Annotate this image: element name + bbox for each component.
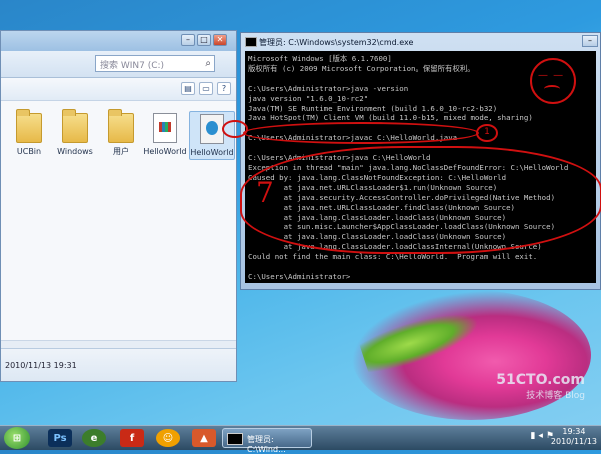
taskbar-cmd-label: 管理员: C:\Wind... <box>247 435 286 454</box>
qq-icon[interactable]: ☺ <box>156 429 180 447</box>
file-item-users[interactable]: 用户 <box>99 109 143 156</box>
minimize-button[interactable]: – <box>582 35 598 47</box>
view-options-icon[interactable]: ▤ <box>181 82 195 95</box>
minimize-button[interactable]: – <box>181 34 195 46</box>
folder-icon <box>108 109 134 143</box>
maximize-button[interactable]: □ <box>197 34 211 46</box>
clock-time: 19:34 <box>562 427 586 436</box>
file-item-helloworld-class[interactable]: HelloWorld <box>143 113 187 156</box>
item-label: HelloWorld <box>143 147 187 156</box>
preview-pane-icon[interactable]: ▭ <box>199 82 213 95</box>
help-icon[interactable]: ? <box>217 82 231 95</box>
cmd-titlebar[interactable]: 管理员: C:\Windows\system32\cmd.exe – <box>241 33 600 51</box>
javac-command-highlight <box>243 122 479 144</box>
folder-icon <box>62 109 88 143</box>
console-line: Java(TM) SE Runtime Environment (build 1… <box>248 103 498 113</box>
item-label: 用户 <box>113 147 129 156</box>
frown-face-annotation <box>530 58 576 104</box>
file-list: UCBin Windows 用户 HelloWorld HelloWorld <box>1 101 236 341</box>
volume-icon[interactable]: ◂ <box>538 431 546 441</box>
annotation-number-1: 1 <box>476 124 498 142</box>
explorer-address-bar: 搜索 WIN7 (C:) ⌕ <box>1 51 236 78</box>
explorer-titlebar[interactable]: – □ ✕ <box>1 31 236 51</box>
exception-highlight <box>240 146 601 254</box>
clock-date: 2010/11/13 <box>550 437 597 446</box>
console-line: Java HotSpot(TM) Client VM (build 11.0-b… <box>248 113 533 123</box>
java-file-icon <box>200 114 224 144</box>
search-placeholder: 搜索 WIN7 (C:) <box>100 61 165 71</box>
watermark-brand: 51CTO.com <box>496 372 585 388</box>
file-highlight-annotation <box>222 120 248 138</box>
item-label: Windows <box>57 147 93 156</box>
photoshop-icon[interactable]: Ps <box>48 429 72 447</box>
item-label: UCBin <box>16 147 42 156</box>
taskbar-cmd-button[interactable]: 管理员: C:\Wind... <box>222 428 312 454</box>
explorer-details-pane: 2010/11/13 19:31 <box>1 348 236 381</box>
watermark-sub: 技术博客 Blog <box>526 391 585 401</box>
watermark: 51CTO.com 技术博客 Blog <box>496 372 585 401</box>
flash-icon[interactable]: f <box>120 429 144 447</box>
start-button[interactable]: ⊞ <box>4 427 30 449</box>
annotation-number-2: 7 <box>256 176 274 209</box>
explorer-toolbar: ▤ ▭ ? <box>1 78 236 101</box>
file-item-windows[interactable]: Windows <box>53 109 97 156</box>
folder-icon <box>16 109 42 143</box>
close-button[interactable]: ✕ <box>213 34 227 46</box>
class-file-icon <box>153 113 177 143</box>
search-icon[interactable]: ⌕ <box>205 58 211 69</box>
matlab-icon[interactable]: ▲ <box>192 429 216 447</box>
status-date: 2010/11/13 19:31 <box>5 361 77 370</box>
taskbar: ⊞ Ps e f ☺ ▲ 管理员: C:\Wind... ▮◂⚑ 19:34 2… <box>0 425 601 454</box>
clock[interactable]: 19:34 2010/11/13 <box>551 427 597 447</box>
console-line: C:\Users\Administrator> <box>248 271 351 281</box>
cmd-icon <box>227 433 243 445</box>
cmd-icon <box>245 37 257 47</box>
file-item-ucbin[interactable]: UCBin <box>7 109 51 156</box>
dreamweaver-icon[interactable]: e <box>82 429 106 447</box>
item-label: HelloWorld <box>190 148 234 157</box>
explorer-window[interactable]: – □ ✕ 搜索 WIN7 (C:) ⌕ ▤ ▭ ? UCBin Windows… <box>0 30 237 382</box>
search-input[interactable]: 搜索 WIN7 (C:) ⌕ <box>95 55 215 72</box>
cmd-title: 管理员: C:\Windows\system32\cmd.exe <box>259 38 414 47</box>
